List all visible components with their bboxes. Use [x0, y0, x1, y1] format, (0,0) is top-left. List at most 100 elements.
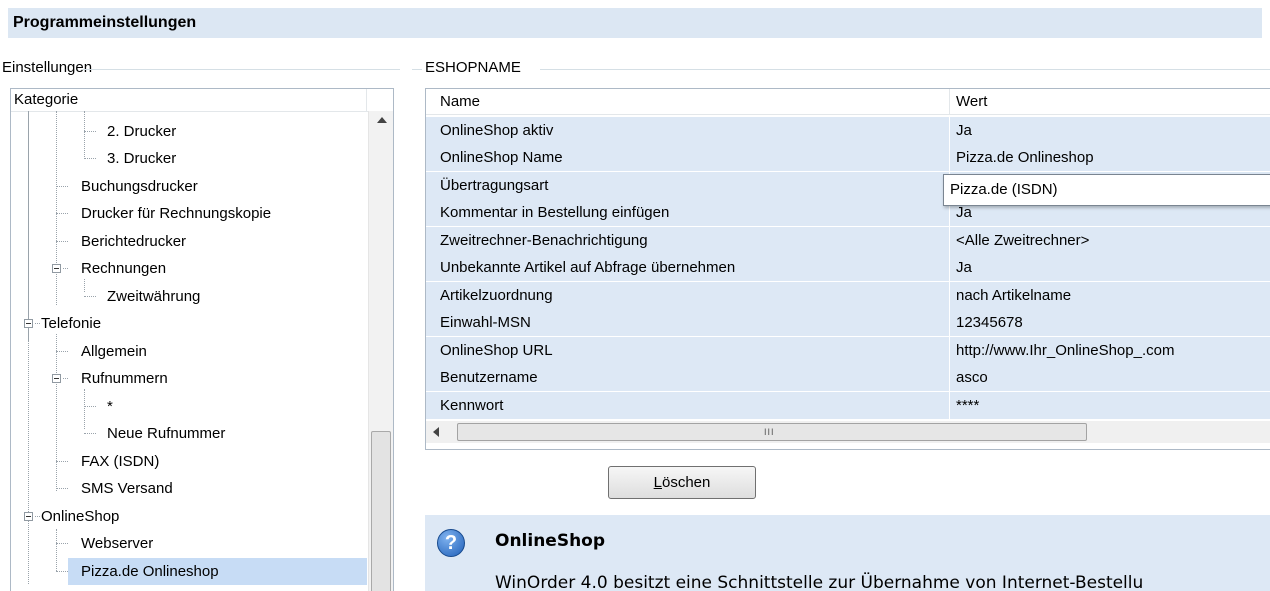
help-text: WinOrder 4.0 besitzt eine Schnittstelle …	[495, 573, 1144, 591]
row-name: Einwahl-MSN	[440, 314, 531, 331]
tree-line	[63, 268, 68, 269]
window-title: Programmeinstellungen	[8, 8, 1262, 38]
tree-line	[56, 334, 57, 491]
tree-item[interactable]: Berichtedrucker	[81, 228, 186, 255]
collapse-icon[interactable]	[52, 374, 61, 383]
collapse-icon[interactable]	[52, 264, 61, 273]
grid-row[interactable]: Einwahl-MSN 12345678	[426, 309, 1270, 336]
tree-item[interactable]: Rechnungen	[81, 255, 166, 282]
scroll-up-icon[interactable]	[377, 117, 387, 123]
row-value[interactable]: http://www.Ihr_OnlineShop_.com	[956, 337, 1174, 364]
transfer-type-dropdown[interactable]: Pizza.de (ISDN)	[943, 174, 1270, 206]
settings-group-label: Einstellungen	[0, 59, 95, 76]
tree-item[interactable]: Zweitwährung	[107, 283, 200, 310]
group-line	[82, 69, 400, 70]
column-header-value[interactable]: Wert	[956, 93, 987, 110]
scroll-left-icon[interactable]	[433, 427, 439, 437]
tree-line	[56, 543, 68, 544]
row-value[interactable]: <Alle Zweitrechner>	[956, 227, 1089, 254]
tree-item[interactable]: OnlineShop	[41, 503, 119, 530]
tree-line	[84, 111, 85, 159]
category-tree[interactable]: Kategorie 2. Drucker 3. Drucker Buchungs…	[10, 88, 394, 591]
row-value[interactable]: ****	[956, 392, 979, 419]
tree-line	[56, 488, 68, 489]
tree-item[interactable]: FAX (ISDN)	[81, 448, 159, 475]
tree-line	[84, 406, 96, 407]
grid-row[interactable]: OnlineShop URL http://www.Ihr_OnlineShop_…	[426, 337, 1270, 364]
row-name: Kennwort	[440, 397, 504, 414]
scrollbar-thumb[interactable]	[371, 431, 391, 591]
tree-line	[84, 433, 96, 434]
row-value[interactable]: 12345678	[956, 309, 1023, 336]
tree-item[interactable]: Neue Rufnummer	[107, 420, 225, 447]
row-name: OnlineShop Name	[440, 149, 563, 166]
row-value[interactable]: Ja	[956, 117, 972, 144]
grid-row[interactable]: OnlineShop aktiv Ja	[426, 117, 1270, 144]
tree-item[interactable]: Rufnummern	[81, 365, 168, 392]
delete-button-mnemonic: L	[653, 474, 662, 491]
tree-line	[84, 296, 96, 297]
row-name: Kommentar in Bestellung einfügen	[440, 204, 670, 221]
row-value[interactable]: nach Artikelname	[956, 282, 1071, 309]
tree-header[interactable]: Kategorie	[11, 89, 393, 112]
grid-row[interactable]: Zweitrechner-Benachrichtigung <Alle Zweit…	[426, 227, 1270, 254]
row-name: Übertragungsart	[440, 177, 549, 194]
eshop-group-label: ESHOPNAME	[423, 59, 523, 76]
row-name: Artikelzuordnung	[440, 287, 553, 304]
cell-divider	[949, 254, 950, 281]
tree-line	[84, 389, 85, 429]
help-icon: ?	[437, 529, 465, 557]
row-value[interactable]: asco	[956, 364, 988, 391]
grid-row[interactable]: Unbekannte Artikel auf Abfrage übernehme…	[426, 254, 1270, 281]
tree-line	[56, 111, 57, 305]
tree-item[interactable]: Webserver	[81, 530, 153, 557]
tree-line	[56, 571, 68, 572]
tree-item[interactable]: Buchungsdrucker	[81, 173, 198, 200]
tree-item[interactable]: SMS Versand	[81, 475, 173, 502]
delete-button[interactable]: Löschen	[608, 466, 756, 499]
tree-line	[35, 323, 40, 324]
tree-line	[84, 131, 96, 132]
tree-line	[56, 529, 57, 571]
grip-icon: III	[764, 427, 775, 437]
row-name: OnlineShop aktiv	[440, 122, 554, 139]
tree-item-selected[interactable]: Pizza.de Onlineshop	[68, 558, 367, 585]
grid-row[interactable]: Artikelzuordnung nach Artikelname	[426, 282, 1270, 309]
collapse-icon[interactable]	[24, 512, 33, 521]
column-header-name[interactable]: Name	[440, 93, 480, 110]
grid-horizontal-scrollbar[interactable]: III	[426, 421, 1270, 443]
collapse-icon[interactable]	[24, 319, 33, 328]
tree-vertical-scrollbar[interactable]	[368, 111, 393, 591]
grid-row[interactable]: Benutzername asco	[426, 364, 1270, 391]
tree-line	[63, 378, 68, 379]
row-name: Unbekannte Artikel auf Abfrage übernehme…	[440, 259, 736, 276]
property-grid[interactable]: Name Wert OnlineShop aktiv Ja OnlineShop …	[425, 88, 1270, 450]
grid-header: Name Wert	[426, 89, 1270, 115]
tree-line	[28, 111, 29, 341]
tree-line	[56, 213, 68, 214]
cell-divider	[949, 364, 950, 391]
tree-item[interactable]: 3. Drucker	[107, 145, 176, 172]
cell-divider	[949, 337, 950, 364]
cell-divider	[949, 392, 950, 419]
row-name: OnlineShop URL	[440, 342, 553, 359]
group-line	[412, 69, 422, 70]
tree-item[interactable]: Drucker für Rechnungskopie	[81, 200, 271, 227]
tree-line	[56, 351, 68, 352]
tree-item[interactable]: 2. Drucker	[107, 118, 176, 145]
help-panel: ? OnlineShop WinOrder 4.0 besitzt eine S…	[425, 515, 1270, 591]
grid-row[interactable]: Kennwort ****	[426, 392, 1270, 419]
tree-item[interactable]: *	[107, 393, 113, 420]
column-divider[interactable]	[949, 89, 950, 114]
row-value[interactable]: Pizza.de Onlineshop	[956, 144, 1094, 171]
tree-line	[56, 241, 68, 242]
group-line	[540, 69, 1270, 70]
tree-item[interactable]: Allgemein	[81, 338, 147, 365]
tree-header-label: Kategorie	[14, 91, 79, 108]
delete-button-label: öschen	[661, 474, 711, 491]
grid-row[interactable]: OnlineShop Name Pizza.de Onlineshop	[426, 144, 1270, 171]
scrollbar-thumb[interactable]: III	[457, 423, 1087, 441]
row-value[interactable]: Ja	[956, 254, 972, 281]
row-name: Zweitrechner-Benachrichtigung	[440, 232, 648, 249]
tree-item[interactable]: Telefonie	[41, 310, 101, 337]
